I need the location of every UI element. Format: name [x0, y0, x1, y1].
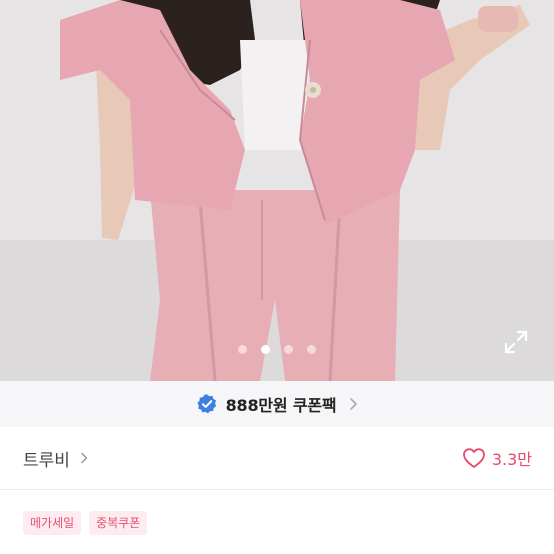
- carousel-dot[interactable]: [307, 345, 316, 354]
- store-row: 트루비 3.3만: [0, 427, 554, 489]
- product-image-gallery[interactable]: [0, 0, 554, 381]
- store-name: 트루비: [23, 450, 70, 471]
- coupon-pack-banner[interactable]: 888만원 쿠폰팩: [0, 381, 554, 427]
- verified-badge-icon: [196, 394, 216, 414]
- carousel-indicator: [0, 345, 554, 354]
- carousel-dot-active[interactable]: [261, 345, 270, 354]
- like-button[interactable]: 3.3만: [462, 446, 532, 470]
- divider: [0, 489, 554, 490]
- tag-stackable-coupon: 중복쿠폰: [89, 511, 148, 535]
- chevron-right-icon: [350, 398, 358, 410]
- carousel-dot[interactable]: [238, 345, 247, 354]
- promo-tags: 메가세일 중복쿠폰: [23, 511, 148, 535]
- store-link[interactable]: 트루비: [23, 446, 88, 471]
- chevron-right-icon: [81, 452, 88, 464]
- heart-outline-icon: [462, 448, 485, 468]
- coupon-pack-text: 888만원 쿠폰팩: [225, 396, 337, 415]
- product-photo[interactable]: [0, 0, 554, 381]
- tag-mega-sale: 메가세일: [23, 511, 82, 535]
- like-count: 3.3만: [491, 450, 532, 469]
- expand-icon[interactable]: [503, 329, 529, 355]
- carousel-dot[interactable]: [284, 345, 293, 354]
